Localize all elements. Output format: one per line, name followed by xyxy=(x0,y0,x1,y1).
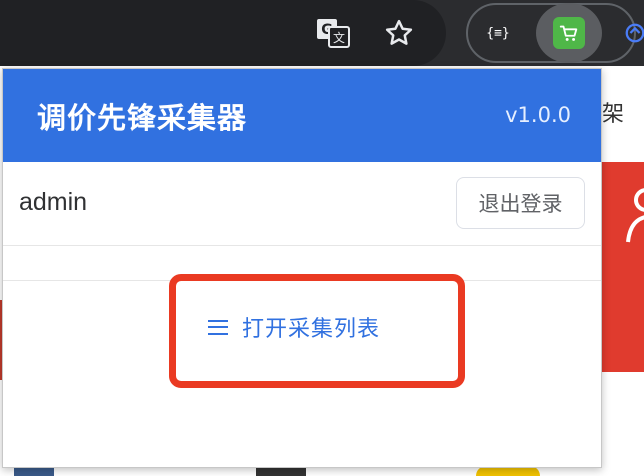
translate-icon: G 文 xyxy=(317,19,350,48)
svg-text:文: 文 xyxy=(333,30,345,45)
user-icon xyxy=(626,188,644,243)
open-list-label: 打开采集列表 xyxy=(242,317,381,342)
json-extension-button[interactable]: {≡} xyxy=(480,16,516,50)
page-nav-text[interactable]: 架 xyxy=(602,96,624,128)
bookmark-button[interactable] xyxy=(380,14,418,52)
cart-extension-button[interactable] xyxy=(536,3,602,63)
popup-title: 调价先锋采集器 xyxy=(37,101,248,135)
browser-toolbar: G 文 {≡} xyxy=(0,0,644,66)
menu-icon xyxy=(208,319,228,335)
logout-button[interactable]: 退出登录 xyxy=(456,177,585,229)
username: admin xyxy=(19,188,88,216)
open-collection-list-button[interactable]: 打开采集列表 xyxy=(208,309,380,345)
popup-header: 调价先锋采集器 v1.0.0 xyxy=(3,69,601,162)
version-label: v1.0.0 xyxy=(505,103,571,127)
star-icon xyxy=(385,19,413,45)
translate-button[interactable]: G 文 xyxy=(314,14,352,52)
cart-icon xyxy=(553,17,585,49)
user-row: admin 退出登录 xyxy=(3,162,601,246)
extension-popup: 调价先锋采集器 v1.0.0 admin 退出登录 打开采集列表 xyxy=(2,68,602,468)
extension-icon[interactable] xyxy=(624,18,644,48)
